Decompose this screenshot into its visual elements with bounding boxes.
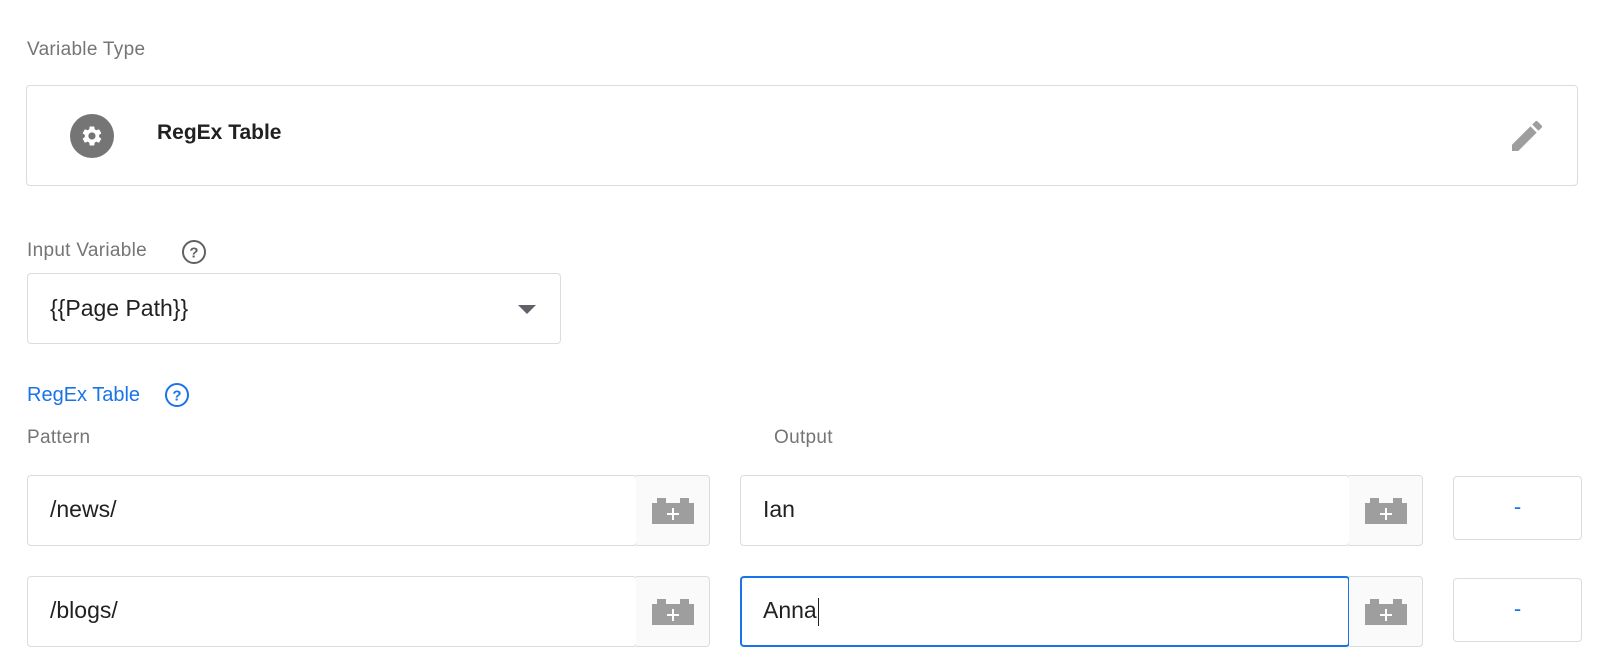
variable-brick-icon	[652, 498, 694, 524]
variable-brick-icon	[1365, 498, 1407, 524]
output-input[interactable]: Ian	[740, 475, 1350, 546]
variable-type-name: RegEx Table	[157, 121, 282, 144]
insert-variable-button[interactable]	[1349, 475, 1423, 546]
output-value: Ian	[763, 496, 795, 522]
help-circle-icon[interactable]: ?	[164, 382, 190, 408]
insert-variable-button[interactable]	[1349, 576, 1423, 647]
output-input-focused[interactable]: Anna	[740, 576, 1350, 647]
input-variable-select[interactable]: {{Page Path}}	[27, 273, 561, 344]
input-variable-value: {{Page Path}}	[50, 295, 189, 321]
pattern-value: /news/	[50, 496, 117, 522]
gear-icon	[70, 114, 114, 158]
remove-row-button[interactable]: -	[1453, 578, 1582, 642]
output-column-header: Output	[774, 427, 833, 448]
pattern-value: /blogs/	[50, 597, 118, 623]
pattern-column-header: Pattern	[27, 427, 91, 448]
svg-text:?: ?	[172, 388, 181, 405]
pencil-icon[interactable]	[1507, 116, 1547, 156]
insert-variable-button[interactable]	[636, 576, 710, 647]
pattern-input[interactable]: /blogs/	[27, 576, 637, 647]
pattern-input[interactable]: /news/	[27, 475, 637, 546]
variable-brick-icon	[652, 599, 694, 625]
variable-brick-icon	[1365, 599, 1407, 625]
output-value: Anna	[763, 597, 817, 623]
svg-text:?: ?	[189, 245, 198, 262]
variable-type-card[interactable]: RegEx Table	[26, 85, 1578, 186]
remove-row-button[interactable]: -	[1453, 476, 1582, 540]
text-caret	[817, 597, 820, 626]
variable-type-label: Variable Type	[27, 39, 146, 60]
help-circle-icon[interactable]: ?	[181, 239, 207, 265]
dropdown-arrow-icon	[518, 305, 536, 314]
output-value-wrapper: Anna	[763, 597, 820, 626]
input-variable-label: Input Variable	[27, 240, 148, 261]
regex-table-title: RegEx Table	[27, 384, 141, 406]
insert-variable-button[interactable]	[636, 475, 710, 546]
